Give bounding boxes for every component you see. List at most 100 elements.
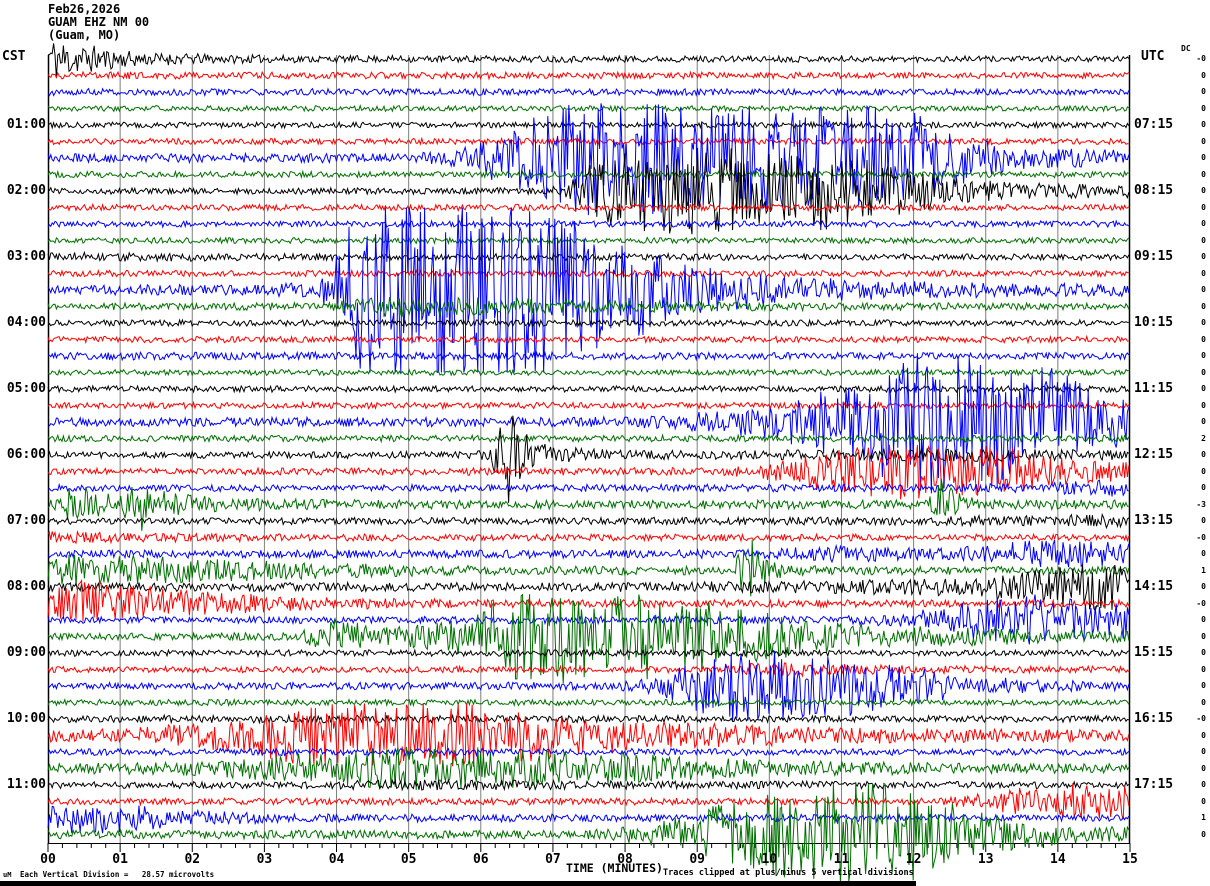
dc-value: 0: [1201, 153, 1206, 162]
right-hour-label: 13:15: [1134, 513, 1174, 528]
dc-value: 0: [1201, 70, 1206, 80]
seismo-trace-09:45: [47, 697, 1130, 708]
x-tick-label: 11: [833, 852, 850, 867]
dc-value: 0: [1201, 417, 1206, 426]
right-hour-label: 07:15: [1134, 117, 1174, 132]
dc-value: 0: [1201, 697, 1206, 707]
footer-clip-text: Traces clipped at plus/minus 5 vertical …: [663, 868, 914, 878]
dc-value: 0: [1201, 87, 1206, 96]
dc-value: 0: [1201, 169, 1206, 179]
left-hour-label: 09:00: [6, 645, 46, 660]
dc-value: 0: [1201, 796, 1206, 806]
seismo-trace-11:15: [47, 783, 1130, 820]
seismo-trace-02:45: [47, 236, 1130, 246]
right-hour-label: 08:15: [1134, 183, 1174, 198]
seismo-trace-11:00: [47, 778, 1130, 792]
dc-value: 0: [1201, 120, 1206, 129]
dc-value: -0: [1196, 598, 1206, 608]
dc-value: 0: [1201, 829, 1206, 839]
dc-value: 0: [1201, 631, 1206, 641]
seismo-trace-00:45: [47, 104, 1130, 113]
dc-value: 1: [1201, 565, 1206, 575]
dc-value: 0: [1201, 615, 1206, 624]
dc-value: 0: [1201, 780, 1206, 789]
dc-value: 0: [1201, 582, 1206, 591]
dc-value: 1: [1201, 813, 1206, 822]
x-tick-label: 07: [545, 852, 561, 867]
dc-value: 0: [1201, 549, 1206, 558]
left-hour-label: 01:00: [6, 117, 46, 132]
seismo-trace-05:00: [47, 384, 1130, 394]
left-hour-label: 06:00: [6, 447, 46, 462]
seismo-trace-02:30: [47, 219, 1130, 230]
x-tick-label: 04: [328, 852, 345, 867]
seismo-trace-04:00: [47, 318, 1129, 328]
x-tick-label: 15: [1122, 852, 1138, 867]
seismo-trace-08:45: [47, 593, 1130, 684]
seismo-trace-09:00: [47, 648, 1130, 659]
seismo-trace-01:00: [47, 120, 1130, 130]
seismo-trace-10:30: [47, 747, 1130, 758]
seismo-trace-10:15: [47, 702, 1130, 768]
seismo-trace-07:15: [47, 529, 1130, 545]
x-tick-label: 03: [256, 852, 273, 867]
x-tick-label: 06: [472, 852, 489, 867]
seismo-trace-00:15: [47, 70, 1130, 81]
x-tick-label: 13: [977, 852, 994, 867]
dc-value: 2: [1201, 433, 1206, 443]
dc-value: 0: [1201, 400, 1206, 410]
seismo-trace-07:45: [47, 539, 1130, 597]
footer-unit-note: uM: [3, 871, 12, 879]
seismo-trace-03:30: [47, 207, 1130, 374]
x-tick-label: 00: [40, 852, 56, 867]
dc-value: -0: [1196, 714, 1206, 723]
seismo-trace-07:00: [47, 512, 1130, 530]
x-tick-label: 12: [905, 852, 922, 867]
x-tick-label: 01: [112, 852, 128, 867]
dc-value: 0: [1201, 730, 1206, 740]
left-hour-label: 08:00: [6, 579, 46, 594]
dc-value: -0: [1196, 532, 1206, 542]
left-hour-label: 05:00: [6, 381, 46, 396]
left-hour-label: 03:00: [6, 249, 46, 264]
seismogram-plot: [47, 43, 1131, 886]
seismo-trace-04:30: [47, 350, 1130, 362]
seismo-trace-05:45: [47, 433, 1130, 444]
right-hour-label: 09:15: [1134, 249, 1174, 264]
footer-scale-text: Each Vertical Division = 28.57 microvolt…: [20, 870, 215, 879]
dc-value: 0: [1201, 516, 1206, 525]
seismo-trace-00:30: [47, 87, 1130, 98]
dc-value: 0: [1201, 136, 1206, 146]
seismo-trace-04:45: [47, 368, 1129, 377]
seismo-trace-01:30: [47, 103, 1130, 216]
helicorder-page: Feb26,2026 GUAM EHZ NM 00 (Guam, MO) CST…: [0, 0, 1210, 886]
right-hour-label: 11:15: [1134, 381, 1174, 396]
x-tick-label: 09: [689, 852, 706, 867]
right-hour-label: 15:15: [1134, 645, 1174, 660]
dc-value: 0: [1201, 219, 1206, 228]
dc-value: 0: [1201, 384, 1206, 393]
right-hour-label: 17:15: [1134, 777, 1174, 792]
dc-value: 0: [1201, 103, 1206, 113]
seismo-trace-05:15: [47, 400, 1130, 411]
dc-value: 0: [1201, 268, 1206, 278]
dc-value: 0: [1201, 483, 1206, 492]
seismo-trace-04:15: [47, 334, 1129, 345]
seismo-trace-09:30: [47, 650, 1130, 722]
dc-value: 0: [1201, 466, 1206, 476]
left-hour-label: 10:00: [6, 711, 46, 726]
dc-value: 0: [1201, 301, 1206, 311]
dc-value: 0: [1201, 318, 1206, 327]
dc-value: 0: [1201, 252, 1206, 261]
x-tick-label: 02: [184, 852, 201, 867]
dc-value: 0: [1201, 367, 1206, 377]
x-tick-label: 10: [761, 852, 778, 867]
dc-value: -3: [1196, 499, 1206, 509]
right-hour-label: 12:15: [1134, 447, 1174, 462]
seismo-trace-03:45: [47, 296, 1130, 318]
dc-value: 0: [1201, 334, 1206, 344]
dc-value: 0: [1201, 747, 1206, 756]
seismo-trace-11:30: [47, 805, 1130, 834]
left-hour-label: 07:00: [6, 513, 46, 528]
x-tick-label: 05: [400, 852, 417, 867]
